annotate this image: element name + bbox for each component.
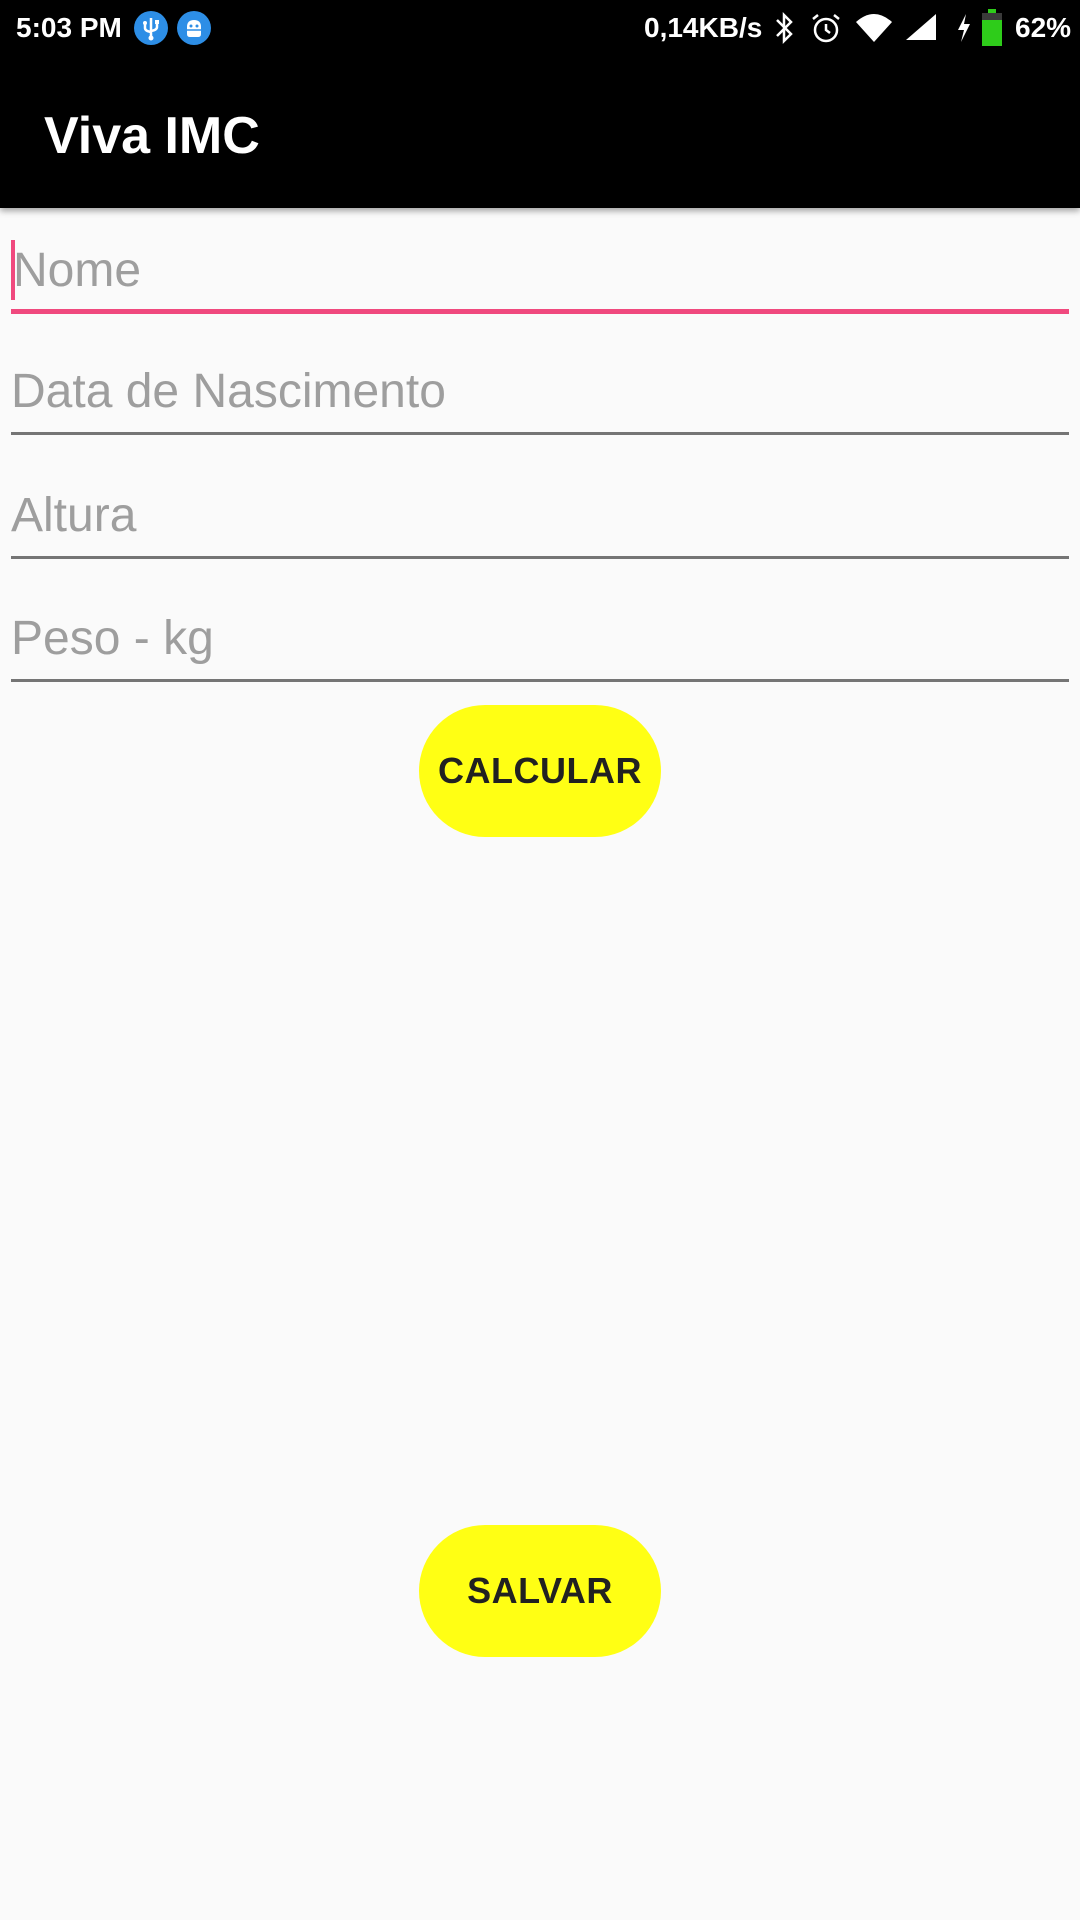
status-bar: 5:03 PM 0,14KB/s 62% xyxy=(0,0,1080,56)
data-nascimento-placeholder: Data de Nascimento xyxy=(11,365,446,418)
data-nascimento-input[interactable]: Data de Nascimento xyxy=(11,343,1069,435)
nome-placeholder: Nome xyxy=(13,244,142,297)
nome-underline xyxy=(11,309,1069,314)
altura-underline xyxy=(11,556,1069,559)
peso-underline xyxy=(11,679,1069,682)
calcular-button[interactable]: CALCULAR xyxy=(419,705,661,837)
app-screen: 5:03 PM 0,14KB/s 62% Viva IMC Nome Data … xyxy=(0,0,1080,1920)
battery-icon xyxy=(980,8,1004,55)
app-bar: Viva IMC xyxy=(0,56,1080,208)
peso-placeholder: Peso - kg xyxy=(11,612,214,665)
cell-signal-icon xyxy=(904,10,938,53)
status-time: 5:03 PM xyxy=(16,12,122,43)
app-title: Viva IMC xyxy=(44,107,260,165)
altura-placeholder: Altura xyxy=(11,489,137,542)
battery-percent: 62% xyxy=(1015,12,1072,43)
android-debug-icon xyxy=(177,11,211,45)
nome-input[interactable]: Nome xyxy=(11,222,1069,314)
wifi-icon xyxy=(854,10,894,53)
altura-input[interactable]: Altura xyxy=(11,467,1069,559)
usb-icon xyxy=(134,11,168,45)
alarm-icon xyxy=(808,10,844,53)
peso-input[interactable]: Peso - kg xyxy=(11,590,1069,682)
data-nascimento-underline xyxy=(11,432,1069,435)
charging-icon xyxy=(954,10,974,53)
network-speed: 0,14KB/s xyxy=(644,12,763,43)
bluetooth-icon xyxy=(770,10,798,53)
salvar-button[interactable]: SALVAR xyxy=(419,1525,661,1657)
